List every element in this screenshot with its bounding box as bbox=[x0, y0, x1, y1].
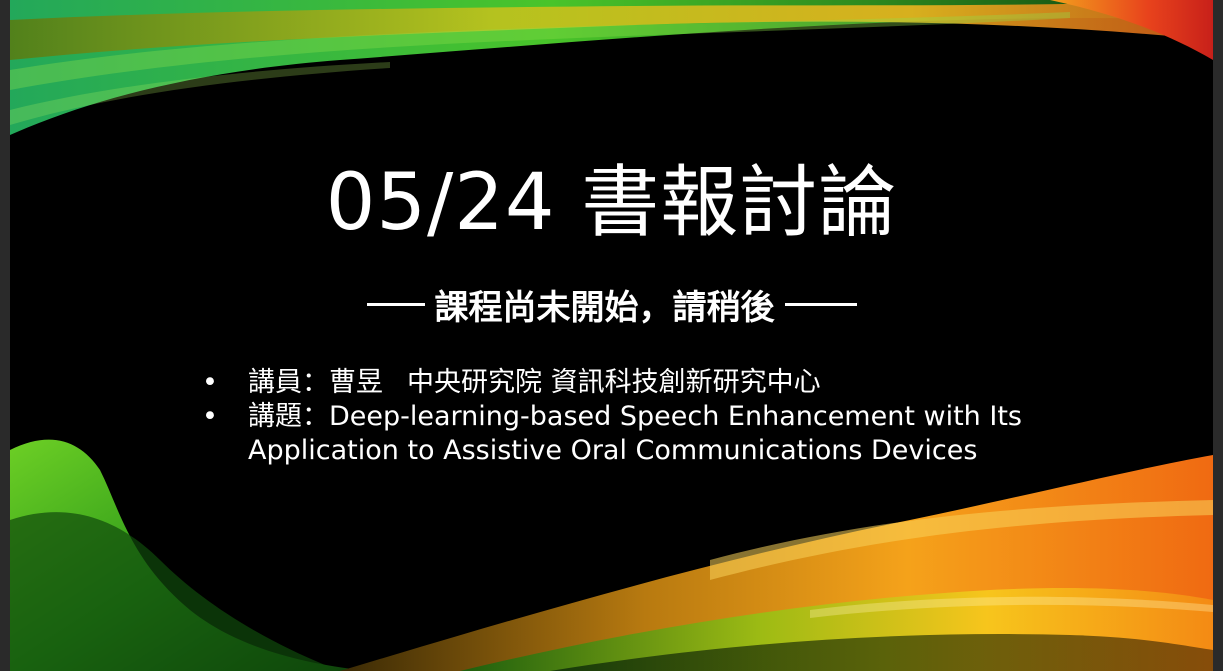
presentation-slide: 05/24 書報討論 課程尚未開始，請稍後 • 講員：曹昱 中央研究院 資訊科技創… bbox=[10, 0, 1213, 671]
speaker-label: 講員：曹昱 bbox=[248, 367, 383, 398]
topic-label: 講題： bbox=[248, 401, 329, 432]
window-frame-left bbox=[0, 0, 10, 671]
subtitle-row: 課程尚未開始，請稍後 bbox=[10, 280, 1213, 329]
bullet-speaker: • 講員：曹昱 中央研究院 資訊科技創新研究中心 bbox=[200, 366, 1100, 400]
topic-text: Deep-learning-based Speech Enhancement w… bbox=[248, 401, 1022, 466]
bullet-topic: • 講題：Deep-learning-based Speech Enhancem… bbox=[200, 400, 1100, 468]
background-ribbon-art bbox=[10, 0, 1213, 671]
screen-share-view: 05/24 書報討論 課程尚未開始，請稍後 • 講員：曹昱 中央研究院 資訊科技創… bbox=[0, 0, 1223, 671]
speaker-affiliation: 中央研究院 資訊科技創新研究中心 bbox=[407, 367, 821, 398]
window-frame-right bbox=[1213, 0, 1223, 671]
subtitle-dash-left bbox=[366, 303, 425, 306]
slide-title: 05/24 書報討論 bbox=[325, 158, 898, 248]
bullet-list: • 講員：曹昱 中央研究院 資訊科技創新研究中心 • 講題：Deep-learni… bbox=[200, 366, 1100, 468]
bullet-marker: • bbox=[202, 367, 218, 398]
bullet-marker: • bbox=[202, 401, 218, 432]
subtitle-dash-right bbox=[784, 303, 857, 306]
slide-subtitle: 課程尚未開始，請稍後 bbox=[434, 288, 775, 328]
